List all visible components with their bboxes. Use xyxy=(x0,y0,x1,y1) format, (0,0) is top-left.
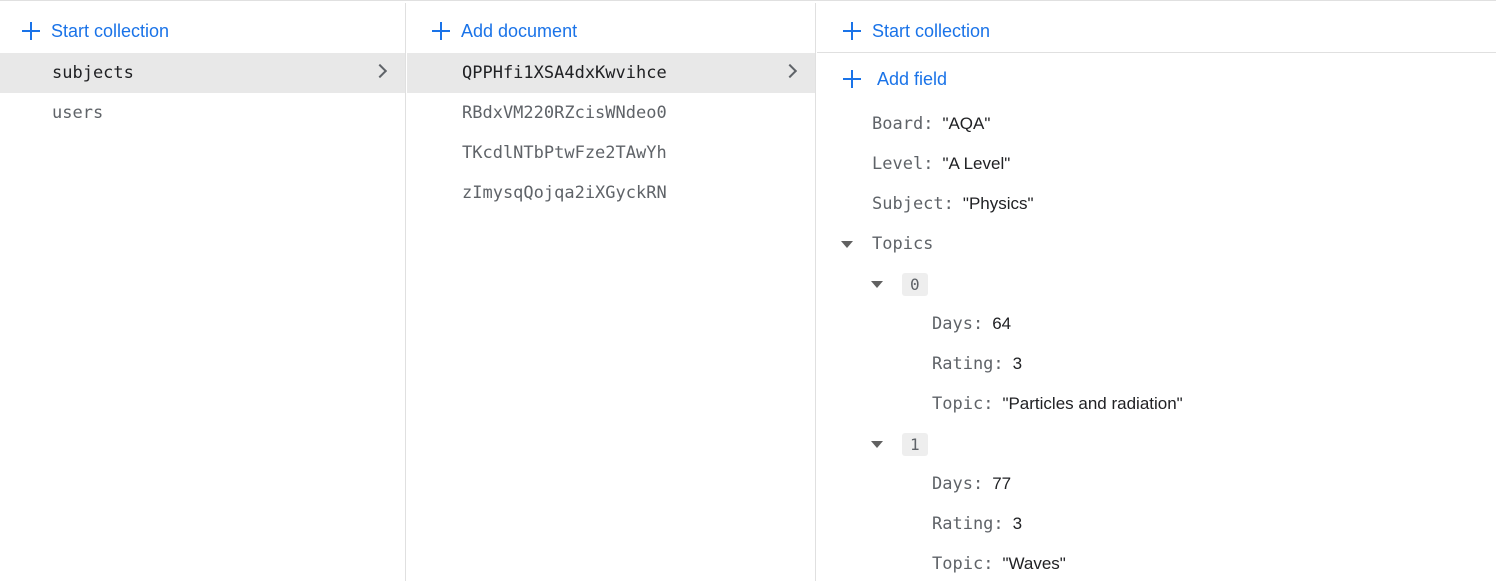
field-topics[interactable]: Topics xyxy=(872,229,933,259)
chevron-right-icon xyxy=(372,63,388,79)
field-rating[interactable]: Rating: 3 xyxy=(932,509,1022,539)
colon: : xyxy=(972,314,984,334)
field-value: 3 xyxy=(1012,514,1023,533)
field-key: Subject xyxy=(872,194,944,214)
add-field-label: Add field xyxy=(877,68,948,89)
colon: : xyxy=(993,514,1004,534)
field-rating[interactable]: Rating: 3 xyxy=(932,349,1022,379)
field-key: Rating xyxy=(932,514,994,534)
field-days[interactable]: Days: 77 xyxy=(932,469,1011,499)
index-badge: 1 xyxy=(902,432,928,456)
colon: : xyxy=(972,474,984,494)
field-board[interactable]: Board: "AQA" xyxy=(872,109,990,139)
chevron-right-icon xyxy=(782,63,798,79)
document-item[interactable]: zImysqQojqa2iXGyckRN xyxy=(407,173,815,213)
add-document-button[interactable]: Add document xyxy=(432,16,577,46)
collections-panel: Start collection subjects users xyxy=(0,3,406,581)
field-key: Board xyxy=(872,114,924,134)
field-value: 77 xyxy=(992,474,1012,493)
colon: : xyxy=(923,154,934,174)
field-value: "Particles and radiation" xyxy=(1002,394,1183,413)
start-collection-label: Start collection xyxy=(872,20,991,41)
colon: : xyxy=(983,554,994,574)
field-key: Rating xyxy=(932,354,994,374)
document-item-label: RBdxVM220RZcisWNdeo0 xyxy=(462,103,667,123)
plus-icon xyxy=(843,70,861,88)
add-document-label: Add document xyxy=(461,20,578,41)
collection-item-users[interactable]: users xyxy=(0,93,405,133)
triangle-down-icon[interactable] xyxy=(871,281,883,288)
triangle-down-icon[interactable] xyxy=(841,241,853,248)
colon: : xyxy=(943,194,954,214)
field-value: "A Level" xyxy=(942,154,1011,173)
field-key: Topic xyxy=(932,394,984,414)
start-collection-label: Start collection xyxy=(51,20,170,41)
index-badge: 0 xyxy=(902,272,928,296)
document-item[interactable]: TKcdlNTbPtwFze2TAwYh xyxy=(407,133,815,173)
field-days[interactable]: Days: 64 xyxy=(932,309,1011,339)
field-value: "Physics" xyxy=(962,194,1034,213)
document-item-label: zImysqQojqa2iXGyckRN xyxy=(462,183,667,203)
colon: : xyxy=(923,114,934,134)
field-subject[interactable]: Subject: "Physics" xyxy=(872,189,1034,219)
field-value: 3 xyxy=(1012,354,1023,373)
collection-item-label: users xyxy=(52,103,104,123)
field-key: Level xyxy=(872,154,924,174)
field-value: "AQA" xyxy=(942,114,991,133)
field-value: 64 xyxy=(992,314,1012,333)
field-key: Days xyxy=(932,314,973,334)
field-topic[interactable]: Topic: "Waves" xyxy=(932,549,1066,579)
colon: : xyxy=(983,394,994,414)
collection-item-subjects[interactable]: subjects xyxy=(0,53,405,93)
document-item-label: TKcdlNTbPtwFze2TAwYh xyxy=(462,143,667,163)
array-index-1[interactable]: 1 xyxy=(902,429,928,459)
document-panel: Start collection Add field Board: "AQA" … xyxy=(817,3,1496,581)
documents-panel: Add document QPPHfi1XSA4dxKwvihce RBdxVM… xyxy=(407,3,816,581)
plus-icon xyxy=(843,22,861,40)
field-key: Topics xyxy=(872,234,934,254)
colon: : xyxy=(993,354,1004,374)
start-subcollection-button[interactable]: Start collection xyxy=(843,16,990,46)
field-key: Days xyxy=(932,474,973,494)
plus-icon xyxy=(22,22,40,40)
plus-icon xyxy=(432,22,450,40)
header-divider xyxy=(817,52,1496,53)
array-index-0[interactable]: 0 xyxy=(902,269,928,299)
triangle-down-icon[interactable] xyxy=(871,441,883,448)
field-value: "Waves" xyxy=(1002,554,1066,573)
start-collection-button[interactable]: Start collection xyxy=(22,16,169,46)
collection-item-label: subjects xyxy=(52,63,134,83)
field-level[interactable]: Level: "A Level" xyxy=(872,149,1010,179)
field-key: Topic xyxy=(932,554,984,574)
add-field-button[interactable]: Add field xyxy=(843,64,947,94)
document-item[interactable]: RBdxVM220RZcisWNdeo0 xyxy=(407,93,815,133)
document-item-label: QPPHfi1XSA4dxKwvihce xyxy=(462,63,667,83)
field-topic[interactable]: Topic: "Particles and radiation" xyxy=(932,389,1183,419)
document-item[interactable]: QPPHfi1XSA4dxKwvihce xyxy=(407,53,815,93)
